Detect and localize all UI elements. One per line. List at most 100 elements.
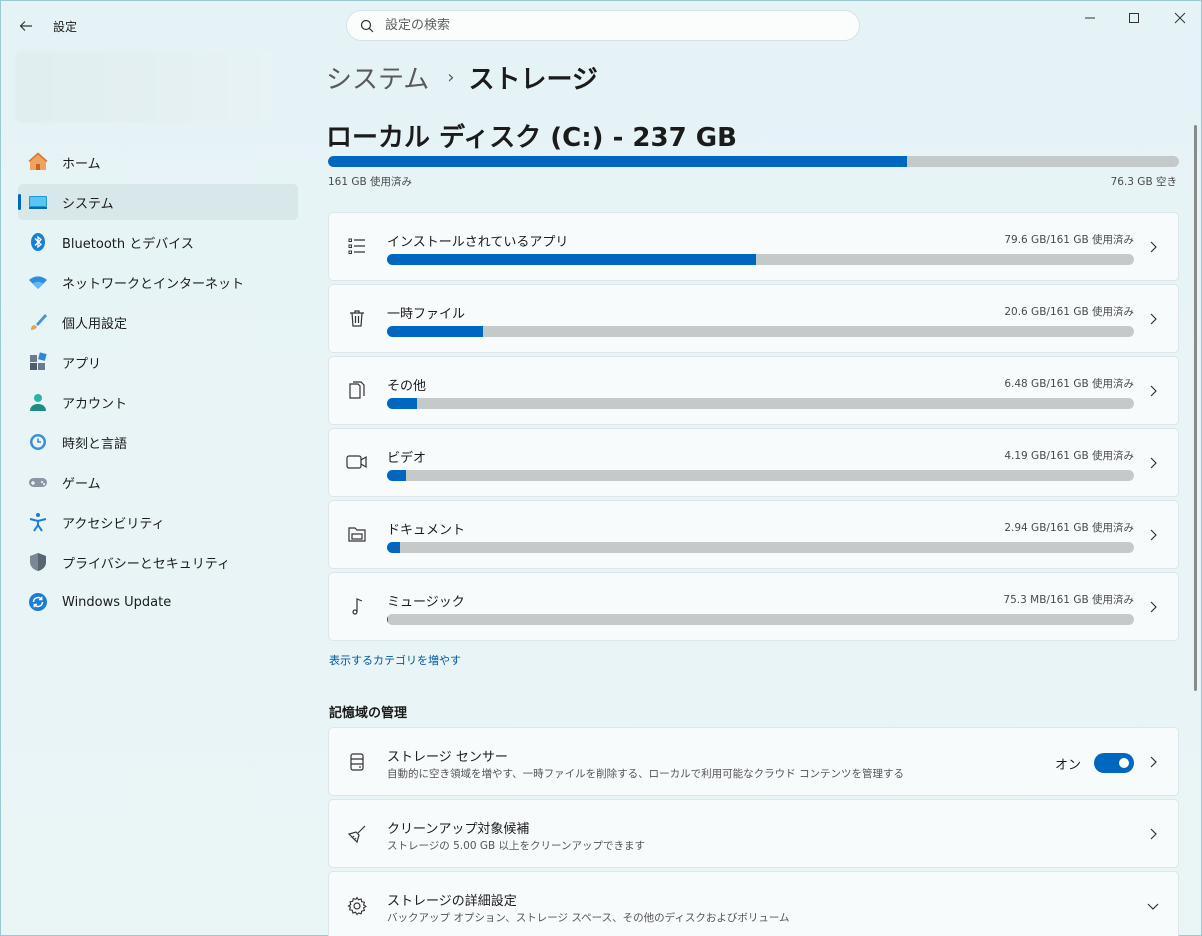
chevron-right-icon — [1150, 385, 1157, 397]
category-other[interactable]: その他 6.48 GB/161 GB 使用済み — [328, 356, 1179, 425]
storage-categories: インストールされているアプリ 79.6 GB/161 GB 使用済み 一時ファイ… — [328, 212, 1179, 644]
sidebar-item-privacy[interactable]: プライバシーとセキュリティ — [18, 544, 298, 580]
sidebar-item-gaming[interactable]: ゲーム — [18, 464, 298, 500]
breadcrumb: システム › ストレージ — [326, 59, 598, 96]
minimize-button[interactable] — [1067, 1, 1113, 35]
search-box[interactable] — [346, 10, 860, 41]
category-usage: 79.6 GB/161 GB 使用済み — [1004, 234, 1134, 246]
sidebar-item-label: ゲーム — [62, 476, 101, 492]
back-arrow-icon — [19, 21, 32, 31]
bluetooth-icon — [26, 230, 50, 254]
storage-sense-card[interactable]: ストレージ センサー 自動的に空き領域を増やす、一時ファイルを削除する、ローカル… — [328, 727, 1179, 796]
search-input[interactable] — [385, 18, 825, 33]
sidebar-item-apps[interactable]: アプリ — [18, 344, 298, 380]
chevron-down-icon — [1147, 903, 1159, 910]
music-note-icon — [346, 595, 368, 617]
category-usage-bar — [387, 398, 1134, 409]
sidebar-item-label: プライバシーとセキュリティ — [62, 556, 230, 572]
storage-management-list: ストレージ センサー 自動的に空き領域を増やす、一時ファイルを削除する、ローカル… — [328, 727, 1179, 936]
disk-free-text: 76.3 GB 空き — [1110, 176, 1177, 188]
chevron-right-icon — [1150, 756, 1157, 768]
apps-icon — [26, 350, 50, 374]
sidebar-item-personalization[interactable]: 個人用設定 — [18, 304, 298, 340]
show-more-categories-link[interactable]: 表示するカテゴリを増やす — [329, 652, 461, 668]
back-button[interactable] — [13, 13, 39, 39]
category-usage-fill — [387, 254, 757, 265]
gaming-icon — [26, 470, 50, 494]
category-usage: 20.6 GB/161 GB 使用済み — [1004, 306, 1134, 318]
category-videos[interactable]: ビデオ 4.19 GB/161 GB 使用済み — [328, 428, 1179, 497]
sidebar-item-time-language[interactable]: 時刻と言語 — [18, 424, 298, 460]
category-usage-bar — [387, 326, 1134, 337]
storage-management-heading: 記憶域の管理 — [329, 706, 408, 721]
maximize-button[interactable] — [1111, 1, 1157, 35]
category-music[interactable]: ミュージック 75.3 MB/161 GB 使用済み — [328, 572, 1179, 641]
accessibility-icon — [26, 510, 50, 534]
page-title: ストレージ — [468, 65, 598, 95]
breadcrumb-separator: › — [447, 67, 455, 88]
storage-sense-description: 自動的に空き領域を増やす、一時ファイルを削除する、ローカルで利用可能なクラウド … — [387, 768, 904, 780]
storage-sense-toggle[interactable] — [1094, 753, 1134, 773]
chevron-right-icon — [1150, 601, 1157, 613]
cleanup-title: クリーンアップ対象候補 — [387, 822, 530, 837]
sidebar-item-windows-update[interactable]: Windows Update — [18, 584, 298, 620]
app-title: 設定 — [53, 20, 78, 34]
sidebar-item-bluetooth[interactable]: Bluetooth とデバイス — [18, 224, 298, 260]
storage-sense-toggle-label: オン — [1054, 758, 1081, 773]
personalization-icon — [26, 310, 50, 334]
category-label: その他 — [387, 379, 427, 394]
category-temp-files[interactable]: 一時ファイル 20.6 GB/161 GB 使用済み — [328, 284, 1179, 353]
storage-sense-icon — [346, 751, 368, 773]
sidebar-item-label: Windows Update — [62, 594, 172, 610]
other-files-icon — [346, 379, 368, 401]
sidebar-item-network[interactable]: ネットワークとインターネット — [18, 264, 298, 300]
category-label: インストールされているアプリ — [387, 235, 569, 250]
sidebar-nav: ホーム システム Bluetooth とデバイス ネットワークとインターネット … — [18, 144, 298, 624]
sidebar-item-label: アプリ — [62, 356, 102, 372]
chevron-right-icon — [1150, 529, 1157, 541]
settings-window: 設定 ホーム システム Bluetooth とデバイ — [0, 0, 1202, 936]
category-label: ミュージック — [387, 595, 465, 610]
category-usage-bar — [387, 542, 1134, 553]
user-profile-blurred[interactable] — [15, 51, 271, 123]
time-language-icon — [26, 430, 50, 454]
breadcrumb-parent[interactable]: システム — [326, 59, 429, 96]
sidebar-item-label: ネットワークとインターネット — [62, 276, 245, 292]
sidebar-item-accessibility[interactable]: アクセシビリティ — [18, 504, 298, 540]
privacy-shield-icon — [26, 550, 50, 574]
sidebar-item-label: アカウント — [62, 396, 128, 412]
category-usage: 75.3 MB/161 GB 使用済み — [1003, 594, 1134, 606]
advanced-storage-settings-card[interactable]: ストレージの詳細設定 バックアップ オプション、ストレージ スペース、その他のデ… — [328, 871, 1179, 936]
sidebar-item-label: 個人用設定 — [62, 316, 128, 332]
sidebar-item-label: アクセシビリティ — [62, 516, 165, 532]
sidebar-item-accounts[interactable]: アカウント — [18, 384, 298, 420]
sidebar-item-system[interactable]: システム — [18, 184, 298, 220]
close-button[interactable] — [1157, 1, 1202, 35]
gear-icon — [346, 895, 368, 917]
disk-usage-bar — [328, 156, 1179, 167]
category-usage-bar — [387, 470, 1134, 481]
category-usage: 2.94 GB/161 GB 使用済み — [1004, 522, 1134, 534]
category-label: 一時ファイル — [387, 307, 466, 322]
disk-used-text: 161 GB 使用済み — [328, 176, 413, 188]
chevron-right-icon — [1150, 241, 1157, 253]
minimize-icon — [1085, 17, 1095, 19]
cleanup-recommendations-card[interactable]: クリーンアップ対象候補 ストレージの 5.00 GB 以上をクリーンアップできま… — [328, 799, 1179, 868]
disk-title: ローカル ディスク (C:) - 237 GB — [326, 123, 737, 153]
storage-sense-title: ストレージ センサー — [387, 750, 508, 765]
sidebar-item-label: システム — [62, 196, 114, 212]
chevron-right-icon — [1150, 457, 1157, 469]
sidebar-item-home[interactable]: ホーム — [18, 144, 298, 180]
category-usage-fill — [387, 326, 483, 337]
scrollbar[interactable] — [1194, 125, 1197, 691]
category-documents[interactable]: ドキュメント 2.94 GB/161 GB 使用済み — [328, 500, 1179, 569]
category-usage-fill — [387, 398, 417, 409]
category-usage-bar — [387, 614, 1134, 625]
category-installed-apps[interactable]: インストールされているアプリ 79.6 GB/161 GB 使用済み — [328, 212, 1179, 281]
category-usage-fill — [387, 470, 407, 481]
windows-update-icon — [26, 590, 50, 614]
list-icon — [346, 235, 368, 257]
close-icon — [1174, 12, 1186, 24]
advanced-storage-description: バックアップ オプション、ストレージ スペース、その他のディスクおよびボリューム — [387, 912, 790, 924]
video-icon — [346, 451, 368, 473]
